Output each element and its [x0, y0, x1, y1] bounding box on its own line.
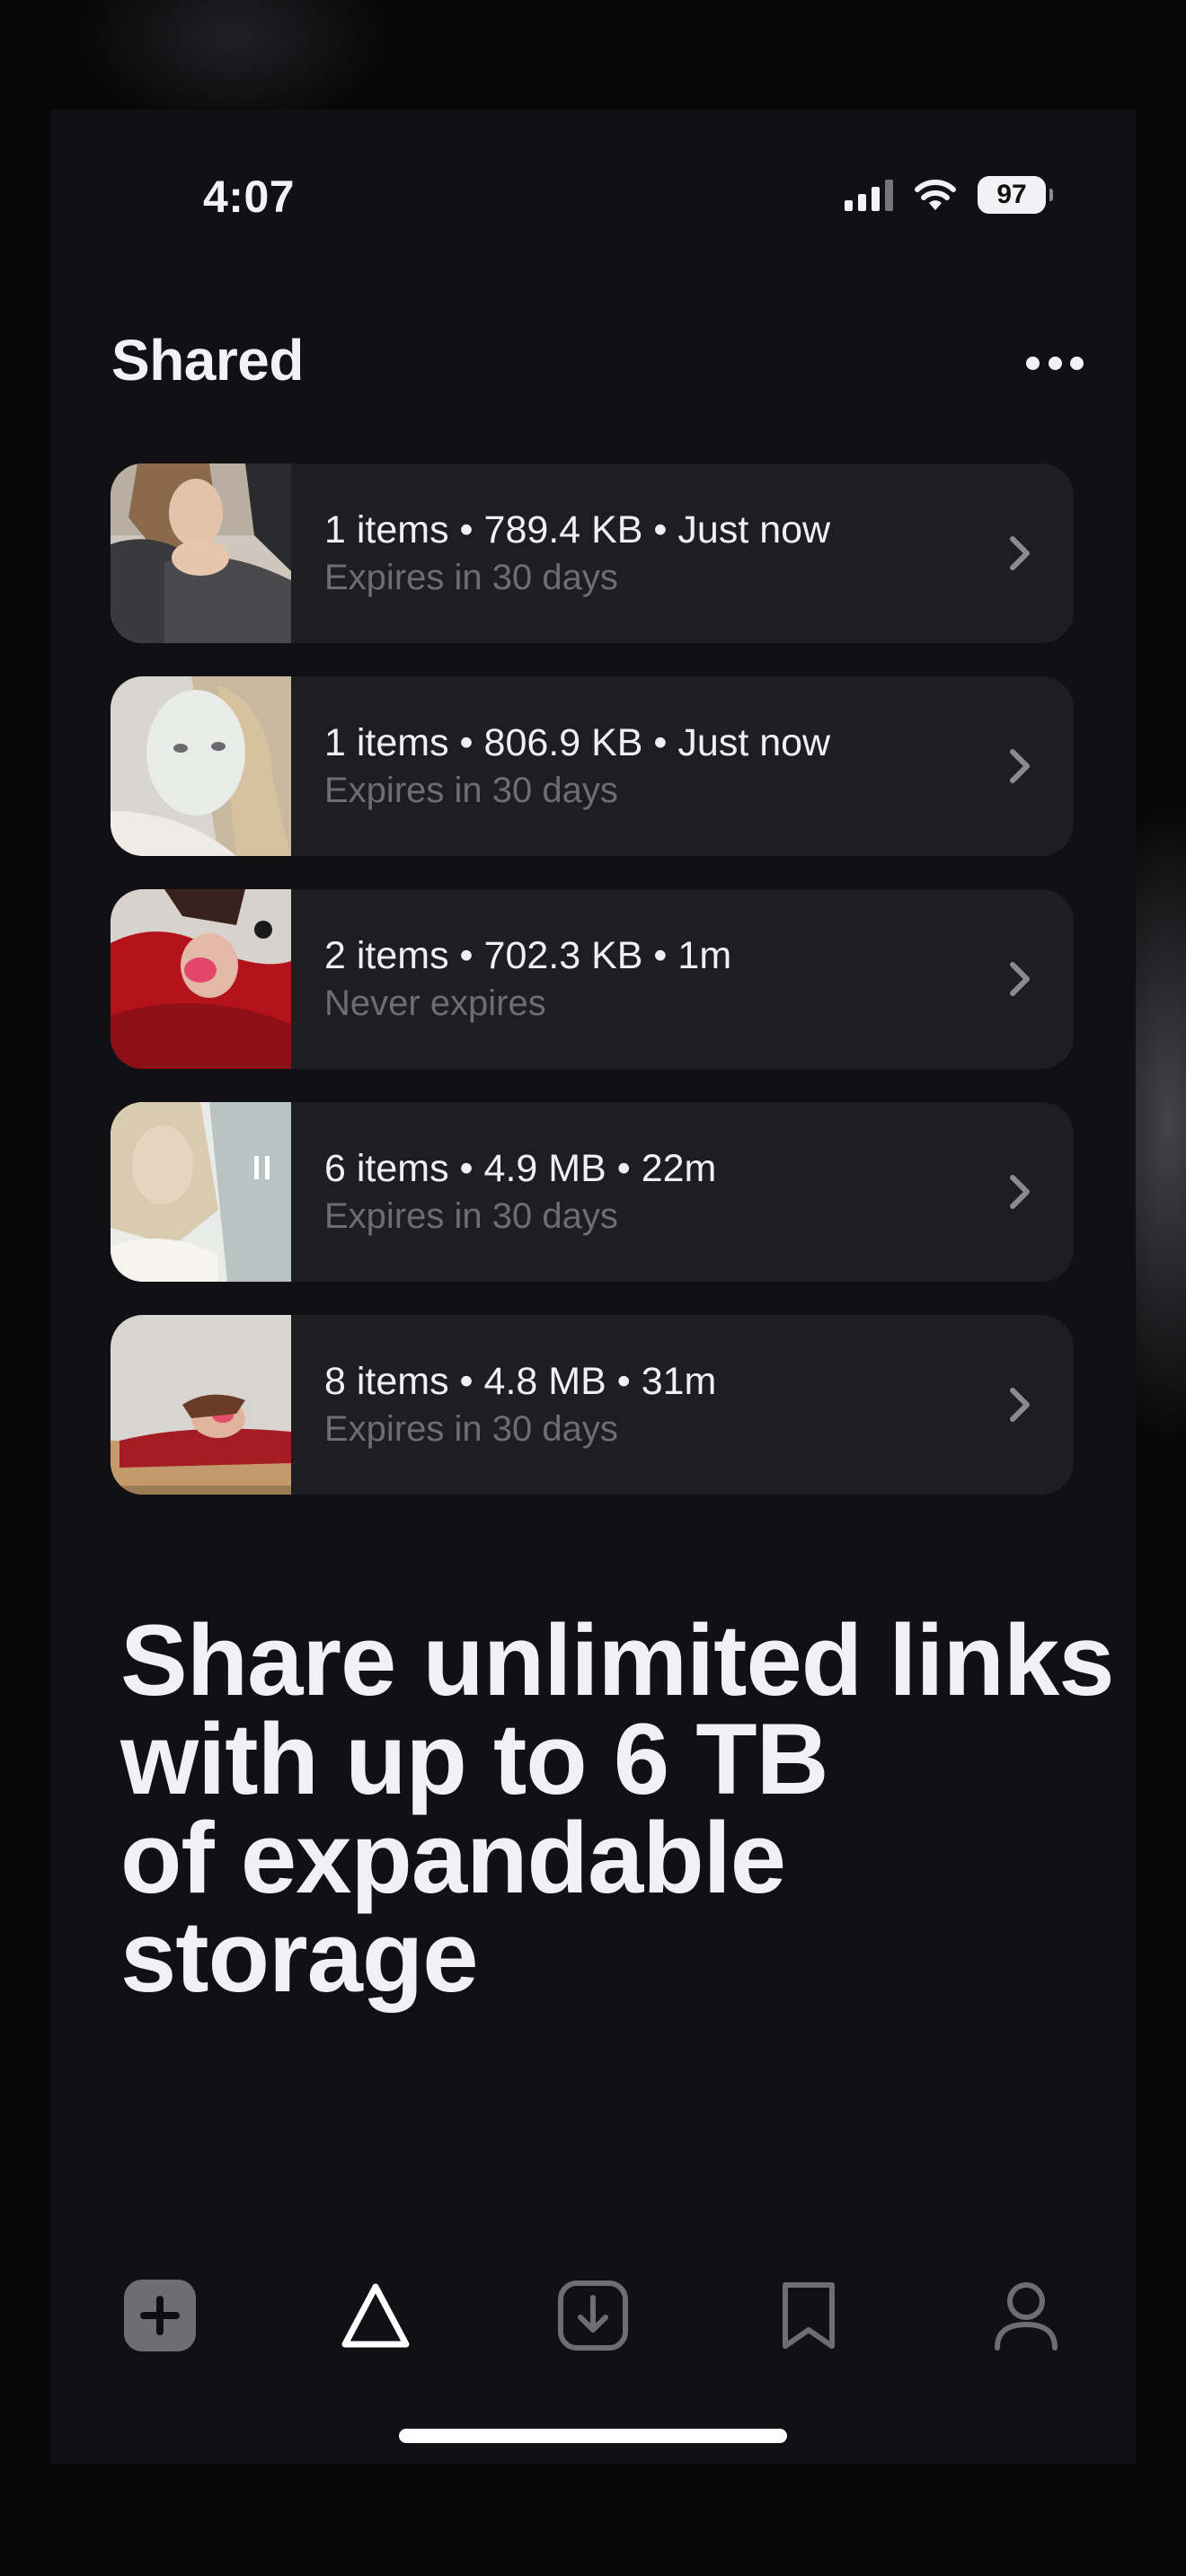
- tab-new[interactable]: [117, 2272, 203, 2359]
- more-options-button[interactable]: [1021, 345, 1089, 381]
- status-time: 4:07: [203, 172, 296, 222]
- phone-screen: 4:07 97 Shared 1 items • 789.4 KB • Just…: [50, 110, 1136, 2465]
- tab-saved[interactable]: [766, 2272, 852, 2359]
- chevron-right-icon: [1010, 962, 1030, 996]
- chevron-right-icon: [1010, 1388, 1030, 1422]
- item-expiry: Expires in 30 days: [324, 558, 618, 597]
- ellipsis-icon: [1026, 356, 1040, 370]
- promo-line: storage: [120, 1901, 479, 2013]
- shared-item[interactable]: 1 items • 806.9 KB • Just now Expires in…: [111, 676, 1074, 856]
- chevron-right-icon: [1010, 536, 1030, 570]
- thumbnail-image: [111, 1102, 291, 1282]
- battery-indicator: 97: [978, 176, 1053, 214]
- thumbnail-image: [111, 889, 291, 1069]
- wifi-icon: [915, 180, 956, 210]
- promo-line: with up to 6 TB: [120, 1703, 829, 1815]
- home-indicator[interactable]: [399, 2429, 787, 2443]
- item-meta: 1 items • 806.9 KB • Just now: [324, 721, 831, 764]
- shared-item[interactable]: 8 items • 4.8 MB • 31m Expires in 30 day…: [111, 1315, 1074, 1495]
- tab-profile[interactable]: [983, 2272, 1069, 2359]
- promo-headline: Share unlimited links with up to 6 TB of…: [120, 1604, 1115, 2013]
- shared-list: 1 items • 789.4 KB • Just now Expires in…: [111, 463, 1074, 1528]
- item-expiry: Never expires: [324, 984, 546, 1023]
- item-meta: 1 items • 789.4 KB • Just now: [324, 508, 831, 551]
- page-title: Shared: [111, 328, 304, 393]
- tab-shared[interactable]: [332, 2272, 419, 2359]
- tab-received[interactable]: [550, 2272, 636, 2359]
- chevron-right-icon: [1010, 749, 1030, 783]
- download-icon: [558, 2280, 628, 2351]
- thumbnail-image: [111, 676, 291, 856]
- bookmark-icon: [783, 2282, 835, 2349]
- item-expiry: Expires in 30 days: [324, 1196, 618, 1236]
- item-expiry: Expires in 30 days: [324, 771, 618, 810]
- signal-icon: [845, 179, 893, 211]
- item-meta: 8 items • 4.8 MB • 31m: [324, 1360, 717, 1403]
- shared-item[interactable]: 6 items • 4.9 MB • 22m Expires in 30 day…: [111, 1102, 1074, 1282]
- send-icon: [341, 2283, 410, 2348]
- thumbnail-image: [111, 1315, 291, 1495]
- promo-line: of expandable: [120, 1802, 786, 1914]
- item-expiry: Expires in 30 days: [324, 1409, 618, 1449]
- tab-bar: [50, 2272, 1136, 2371]
- shared-item[interactable]: 2 items • 702.3 KB • 1m Never expires: [111, 889, 1074, 1069]
- plus-icon: [124, 2280, 196, 2351]
- profile-icon: [995, 2282, 1058, 2351]
- chevron-right-icon: [1010, 1175, 1030, 1209]
- promo-line: Share unlimited links: [120, 1604, 1115, 1716]
- status-indicators: 97: [845, 176, 1053, 214]
- item-meta: 6 items • 4.9 MB • 22m: [324, 1147, 717, 1190]
- shared-item[interactable]: 1 items • 789.4 KB • Just now Expires in…: [111, 463, 1074, 643]
- item-meta: 2 items • 702.3 KB • 1m: [324, 934, 732, 977]
- thumbnail-image: [111, 463, 291, 643]
